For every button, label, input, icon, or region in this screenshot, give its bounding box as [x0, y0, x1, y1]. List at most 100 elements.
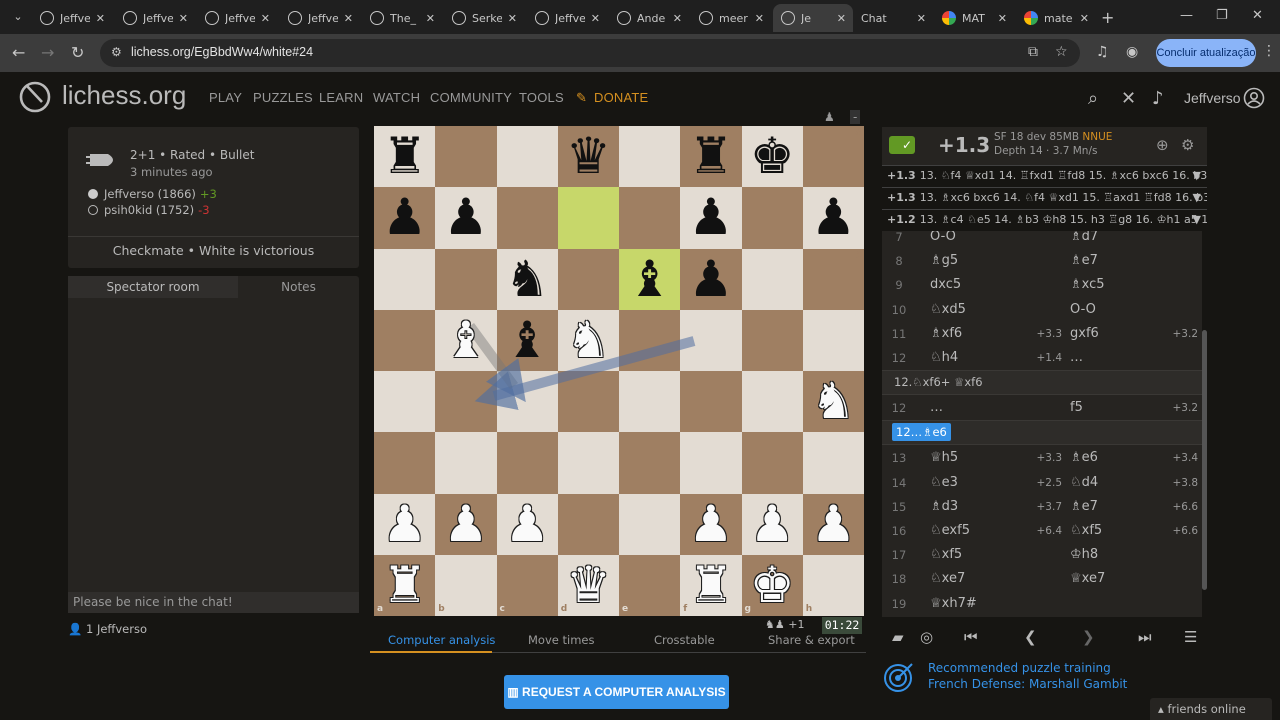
black-queen-icon[interactable]: ♛ [558, 126, 619, 187]
install-app-icon[interactable]: ⧉ [1028, 44, 1038, 60]
white-bishop-icon[interactable]: ♝ [435, 310, 496, 371]
browser-tab[interactable]: Ande ✕ [609, 4, 689, 32]
browser-tab[interactable]: meer ✕ [691, 4, 771, 32]
practice-icon[interactable]: ◎ [920, 628, 933, 646]
black-pawn-icon[interactable]: ♟ [680, 249, 741, 310]
white-pawn-icon[interactable]: ♟ [374, 494, 435, 555]
engine-line-1[interactable]: +1.3 13. ♘f4 ♕xd1 14. ♖fxd1 ♖fd8 15. ♗xc6… [882, 165, 1207, 187]
close-tab-icon[interactable]: ✕ [917, 12, 933, 25]
puzzle-theme[interactable]: French Defense: Marshall Gambit [928, 677, 1127, 691]
engine-line-3[interactable]: +1.2 13. ♗c4 ♘e5 14. ♗b3 ♔h8 15. h3 ♖g8 1… [882, 209, 1207, 231]
black-pawn-icon[interactable]: ♟ [680, 187, 741, 248]
white-player-name[interactable]: Jeffverso (1866) [104, 187, 196, 201]
black-move[interactable]: … [1070, 346, 1083, 370]
gear-icon[interactable]: ⚙ [1181, 136, 1194, 154]
close-tab-icon[interactable]: ✕ [344, 12, 360, 25]
board-settings-icon[interactable]: ♟ [824, 110, 835, 124]
white-move[interactable]: ♗g5 [930, 249, 958, 273]
browser-tab[interactable]: Jeffverso ✕ [280, 4, 360, 32]
black-move[interactable]: ♔h8 [1070, 543, 1098, 567]
black-move[interactable]: ♕xe7 [1070, 567, 1105, 591]
browser-menu-icon[interactable]: ⋮ [1262, 43, 1276, 59]
tab-share-export[interactable]: Share & export [768, 633, 855, 647]
white-rook-icon[interactable]: ♜ [680, 555, 741, 616]
player-black[interactable]: psih0kid (1752) -3 [88, 203, 210, 217]
white-move[interactable]: ♘e3 [930, 471, 958, 495]
book-icon[interactable]: ▰ [892, 628, 904, 646]
black-bishop-icon[interactable]: ♝ [619, 249, 680, 310]
white-move[interactable]: ♕h5 [930, 446, 958, 470]
player-white[interactable]: Jeffverso (1866) +3 [88, 187, 217, 201]
black-pawn-icon[interactable]: ♟ [435, 187, 496, 248]
browser-tab[interactable]: Jeffverso ✕ [527, 4, 607, 32]
user-avatar-icon[interactable] [1243, 87, 1265, 109]
browser-tab[interactable]: mate ✕ [1016, 4, 1096, 32]
black-move[interactable]: ♗e7 [1070, 495, 1098, 519]
close-tab-icon[interactable]: ✕ [508, 12, 524, 25]
update-browser-button[interactable]: Concluir atualização [1156, 39, 1256, 67]
friends-online-toggle[interactable]: ▴ friends online [1150, 698, 1272, 720]
nav-learn[interactable]: LEARN [319, 90, 363, 105]
white-move[interactable]: ♘h4 [930, 346, 958, 370]
black-bishop-icon[interactable]: ♝ [497, 310, 558, 371]
tab-search-icon[interactable]: ⌄ [8, 7, 28, 27]
reload-icon[interactable]: ↻ [71, 43, 84, 62]
close-tab-icon[interactable]: ✕ [837, 12, 853, 25]
black-knight-icon[interactable]: ♞ [497, 249, 558, 310]
search-icon[interactable]: ⌕ [1088, 88, 1098, 109]
forward-icon[interactable]: → [41, 43, 54, 62]
white-pawn-icon[interactable]: ♟ [680, 494, 741, 555]
engine-line-2[interactable]: +1.3 13. ♗xc6 bxc6 14. ♘f4 ♕xd1 15. ♖axd1… [882, 187, 1207, 209]
black-move[interactable]: f5 [1070, 396, 1083, 420]
nav-play[interactable]: PLAY [209, 90, 242, 105]
minimize-icon[interactable]: — [1180, 8, 1193, 23]
back-icon[interactable]: ← [12, 43, 25, 62]
black-king-icon[interactable]: ♚ [742, 126, 803, 187]
white-rook-icon[interactable]: ♜ [374, 555, 435, 616]
white-knight-icon[interactable]: ♞ [558, 310, 619, 371]
tab-move-times[interactable]: Move times [528, 633, 594, 647]
maximize-icon[interactable]: ❐ [1216, 8, 1228, 23]
move-list-scrollbar[interactable] [1202, 330, 1207, 590]
close-tab-icon[interactable]: ✕ [179, 12, 195, 25]
target-icon[interactable]: ⊕ [1156, 136, 1169, 154]
white-pawn-icon[interactable]: ♟ [742, 494, 803, 555]
variation-line[interactable]: 12.♘xf6+ ♕xf6 [882, 370, 1202, 396]
close-window-icon[interactable]: ✕ [1252, 8, 1263, 23]
nav-community[interactable]: COMMUNITY [430, 90, 512, 105]
tab-spectator-room[interactable]: Spectator room [68, 276, 238, 298]
browser-tab[interactable]: Jeffverso ✕ [115, 4, 195, 32]
black-move[interactable]: ♗d7 [1070, 231, 1098, 249]
black-move[interactable]: ♗e6 [1070, 446, 1098, 470]
notification-bell-icon[interactable]: ♪ [1152, 88, 1164, 109]
nav-tools[interactable]: TOOLS [519, 90, 564, 105]
address-bar[interactable]: ⚙ lichess.org/EgBbdWw4/white#24 ⧉ ☆ [100, 39, 1080, 67]
white-move[interactable]: ♕xh7# [930, 592, 977, 616]
white-move[interactable]: ♘xd5 [930, 298, 966, 322]
close-tab-icon[interactable]: ✕ [673, 12, 689, 25]
white-move[interactable]: dxc5 [930, 273, 961, 297]
close-tab-icon[interactable]: ✕ [261, 12, 277, 25]
browser-tab[interactable]: Serke ✕ [444, 4, 524, 32]
tab-computer-analysis[interactable]: Computer analysis [388, 633, 495, 647]
browser-tab[interactable]: The_ ✕ [362, 4, 442, 32]
white-move[interactable]: ♘xf5 [930, 543, 962, 567]
swords-icon[interactable]: ✕ [1121, 88, 1136, 109]
nav-donate[interactable]: DONATE [594, 90, 648, 105]
tab-notes[interactable]: Notes [238, 276, 359, 298]
new-tab-button[interactable]: + [1101, 8, 1114, 27]
close-tab-icon[interactable]: ✕ [755, 12, 771, 25]
browser-tab[interactable]: Je ✕ [773, 4, 853, 32]
chat-input[interactable]: Please be nice in the chat! [68, 592, 359, 613]
last-move-icon[interactable]: ⏭ [1138, 628, 1152, 646]
close-tab-icon[interactable]: ✕ [1080, 12, 1096, 25]
black-rook-icon[interactable]: ♜ [374, 126, 435, 187]
black-move[interactable]: ♘xf5 [1070, 519, 1102, 543]
close-tab-icon[interactable]: ✕ [96, 12, 112, 25]
white-move[interactable]: ♘xe7 [930, 567, 965, 591]
browser-tab[interactable]: Chat ✕ [853, 4, 933, 32]
black-move[interactable]: gxf6 [1070, 322, 1099, 346]
next-move-icon[interactable]: ❯ [1082, 628, 1095, 646]
chess-board[interactable]: ♜ ♛ ♜ ♚ ♟ ♟ ♟ ♟ ♞ ♝ ♟ ♝ ♝ ♞ ♞ ♟ ♟ ♟ ♟ ♟ ♟ ♜ ♛ ♜ ♚ 8 7 6 5 4 3 2 1 a b c d e f g… [374, 126, 864, 616]
white-move[interactable]: ♘exf5 [930, 519, 970, 543]
